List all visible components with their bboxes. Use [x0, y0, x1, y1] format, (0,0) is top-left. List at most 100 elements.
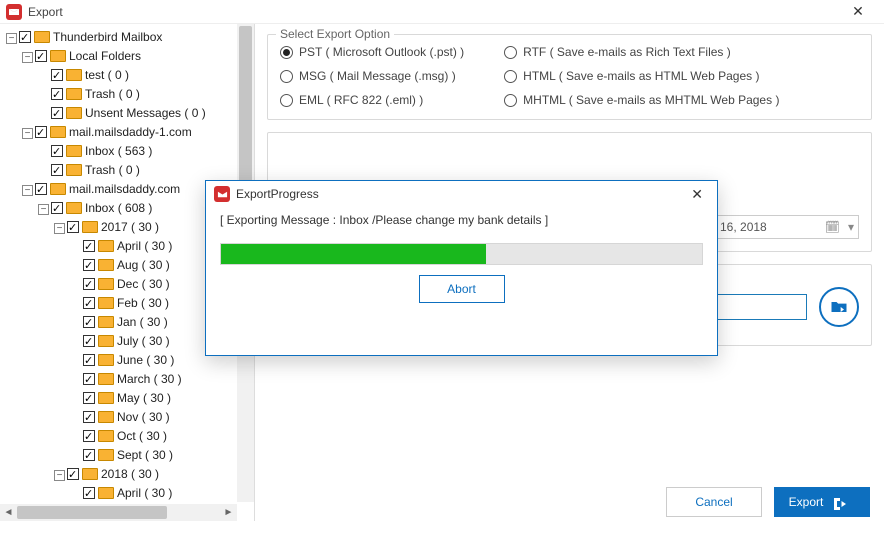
tree-checkbox[interactable]	[51, 164, 63, 176]
tree-node-label: Trash ( 0 )	[85, 163, 140, 177]
tree-checkbox[interactable]	[51, 88, 63, 100]
progress-close-button[interactable]: ✕	[685, 186, 709, 203]
scroll-right-arrow[interactable]: ►	[220, 507, 237, 518]
radio-icon	[504, 70, 517, 83]
tree-checkbox[interactable]	[19, 31, 31, 43]
tree-checkbox[interactable]	[35, 183, 47, 195]
tree-checkbox[interactable]	[51, 202, 63, 214]
export-option-radio[interactable]: PST ( Microsoft Outlook (.pst) )	[280, 45, 464, 59]
tree-node[interactable]: −2018 ( 30 )	[54, 465, 254, 484]
tree-checkbox[interactable]	[83, 316, 95, 328]
app-icon	[6, 4, 22, 20]
tree-checkbox[interactable]	[51, 145, 63, 157]
tree-checkbox[interactable]	[83, 430, 95, 442]
tree-checkbox[interactable]	[83, 259, 95, 271]
folder-icon	[98, 392, 114, 404]
tree-node-label: Unsent Messages ( 0 )	[85, 106, 206, 120]
scroll-left-arrow[interactable]: ◄	[0, 507, 17, 518]
tree-node-label: April ( 30 )	[117, 239, 172, 253]
folder-icon	[98, 373, 114, 385]
tree-toggle[interactable]: −	[38, 204, 49, 215]
tree-node[interactable]: March ( 30 )	[70, 370, 254, 389]
browse-folder-button[interactable]	[819, 287, 859, 327]
window-close-button[interactable]: ✕	[838, 3, 878, 20]
tree-node-label: Local Folders	[69, 49, 141, 63]
tree-checkbox[interactable]	[83, 354, 95, 366]
tree-node[interactable]: Oct ( 30 )	[70, 427, 254, 446]
folder-icon	[82, 221, 98, 233]
date-to-input[interactable]: er 16, 2018 🗓 ▾	[699, 215, 859, 239]
export-option-radio[interactable]: MHTML ( Save e-mails as MHTML Web Pages …	[504, 93, 779, 107]
tree-toggle[interactable]: −	[22, 128, 33, 139]
tree-node-label: Feb ( 30 )	[117, 296, 169, 310]
folder-icon	[50, 126, 66, 138]
tree-toggle[interactable]: −	[54, 470, 65, 481]
tree-node-label: April ( 30 )	[117, 486, 172, 500]
tree-node-label: Sept ( 30 )	[117, 448, 173, 462]
cancel-button[interactable]: Cancel	[666, 487, 762, 517]
abort-button[interactable]: Abort	[419, 275, 505, 303]
tree-node[interactable]: −Thunderbird Mailbox	[6, 28, 254, 47]
tree-toggle	[70, 429, 81, 440]
tree-node-label: Aug ( 30 )	[117, 258, 170, 272]
tree-node[interactable]: Trash ( 0 )	[38, 161, 254, 180]
tree-node-label: May ( 30 )	[117, 391, 171, 405]
tree-checkbox[interactable]	[83, 487, 95, 499]
tree-checkbox[interactable]	[83, 392, 95, 404]
tree-checkbox[interactable]	[83, 240, 95, 252]
folder-icon	[98, 430, 114, 442]
tree-node-label: Inbox ( 563 )	[85, 144, 152, 158]
folder-icon	[98, 487, 114, 499]
radio-icon	[504, 46, 517, 59]
tree-checkbox[interactable]	[83, 411, 95, 423]
tree-node[interactable]: Unsent Messages ( 0 )	[38, 104, 254, 123]
folder-icon	[98, 411, 114, 423]
progress-title: ExportProgress	[236, 187, 319, 201]
progress-titlebar: ExportProgress ✕	[206, 181, 717, 207]
tree-toggle	[70, 391, 81, 402]
tree-checkbox[interactable]	[67, 468, 79, 480]
tree-node-label: July ( 30 )	[117, 334, 170, 348]
tree-toggle[interactable]: −	[22, 185, 33, 196]
tree-checkbox[interactable]	[83, 278, 95, 290]
export-option-radio[interactable]: RTF ( Save e-mails as Rich Text Files )	[504, 45, 779, 59]
tree-node[interactable]: Inbox ( 563 )	[38, 142, 254, 161]
tree-node[interactable]: May ( 30 )	[70, 389, 254, 408]
tree-node[interactable]: Sept ( 30 )	[70, 446, 254, 465]
tree-node[interactable]: Trash ( 0 )	[38, 85, 254, 104]
export-option-radio[interactable]: EML ( RFC 822 (.eml) )	[280, 93, 464, 107]
export-option-radio[interactable]: HTML ( Save e-mails as HTML Web Pages )	[504, 69, 779, 83]
tree-checkbox[interactable]	[35, 126, 47, 138]
progress-bar	[220, 243, 703, 265]
tree-toggle	[38, 68, 49, 79]
export-option-radio[interactable]: MSG ( Mail Message (.msg) )	[280, 69, 464, 83]
tree-node[interactable]: Nov ( 30 )	[70, 408, 254, 427]
tree-checkbox[interactable]	[83, 449, 95, 461]
tree-node[interactable]: test ( 0 )	[38, 66, 254, 85]
radio-icon	[504, 94, 517, 107]
tree-toggle[interactable]: −	[54, 223, 65, 234]
tree-toggle[interactable]: −	[6, 33, 17, 44]
tree-checkbox[interactable]	[83, 335, 95, 347]
tree-toggle[interactable]: −	[22, 52, 33, 63]
tree-node[interactable]: − mail.mailsdaddy-1.com	[22, 123, 254, 142]
tree-checkbox[interactable]	[51, 69, 63, 81]
tree-toggle	[70, 353, 81, 364]
tree-toggle	[38, 163, 49, 174]
tree-checkbox[interactable]	[35, 50, 47, 62]
tree-node-label: June ( 30 )	[117, 353, 174, 367]
export-button[interactable]: Export	[774, 487, 870, 517]
folder-icon	[98, 354, 114, 366]
tree-toggle	[70, 410, 81, 421]
tree-horizontal-scrollbar[interactable]: ◄ ►	[0, 504, 237, 521]
tree-node-label: mail.mailsdaddy-1.com	[69, 125, 192, 139]
tree-checkbox[interactable]	[83, 373, 95, 385]
tree-node[interactable]: − Local Folders	[22, 47, 254, 66]
folder-icon	[98, 278, 114, 290]
tree-toggle	[70, 315, 81, 326]
tree-checkbox[interactable]	[67, 221, 79, 233]
tree-node[interactable]: April ( 30 )	[70, 484, 254, 503]
radio-icon	[280, 46, 293, 59]
tree-checkbox[interactable]	[51, 107, 63, 119]
tree-checkbox[interactable]	[83, 297, 95, 309]
